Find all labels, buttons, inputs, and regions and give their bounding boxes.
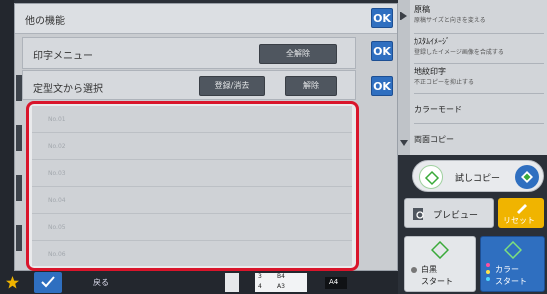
right-item-title: 両面コピー [414,135,454,144]
reset-label: リセット [503,216,535,225]
tray-size: B4 [277,273,285,280]
paper-tray-indicator: 3 4 B4 A3 [255,273,307,292]
right-item-original[interactable]: 原稿 原稿サイズと向きを変える [414,4,544,34]
chevron-right-icon [400,12,407,20]
check-icon [41,276,55,288]
proof-color-icon [515,165,539,189]
print-menu-panel: 印字メニュー 全解除 [22,37,356,69]
color-start-button[interactable]: カラー スタート [480,236,545,292]
template-list: No.01 No.02 No.03 No.04 No.05 No.06 [32,106,352,266]
dialog-ok-button[interactable]: OK [371,8,393,28]
dialog-title: 他の機能 [25,16,65,27]
print-menu-ok-button[interactable]: OK [371,41,393,61]
right-function-panel: 原稿 原稿サイズと向きを変える ｶｽﾀﾑｲﾒｰｼﾞ 登録したイメージ画像を合成す… [398,0,547,155]
back-label[interactable]: 戻る [93,277,109,288]
edge-tab [16,175,22,201]
proof-copy-label: 試しコピー [455,174,501,184]
right-item-color-mode[interactable]: カラーモード [414,96,544,124]
list-item[interactable]: No.01 [32,106,352,133]
mono-dot-icon [411,267,417,273]
start-diamond-icon [431,241,449,259]
reset-icon [517,204,527,214]
preview-button[interactable]: プレビュー [404,198,494,228]
output-size: A4 [329,278,339,286]
right-item-title: カラーモード [414,105,462,114]
mono-start-button[interactable]: 白黒 スタート [404,236,476,292]
proof-copy-button[interactable]: 試しコピー [412,160,544,192]
template-select-ok-button[interactable]: OK [371,76,393,96]
right-item-title: 原稿 [414,5,430,14]
check-button[interactable] [34,272,62,293]
left-strip [0,0,14,294]
edge-tab [16,225,22,251]
release-button[interactable]: 解除 [285,76,337,96]
mono-start-line2: スタート [421,277,453,286]
paper-icon [225,273,239,292]
right-item-custom-image[interactable]: ｶｽﾀﾑｲﾒｰｼﾞ 登録したイメージ画像を合成する [414,36,544,64]
color-start-line1: カラー [495,265,519,274]
star-icon[interactable] [6,276,19,289]
template-list-highlight: No.01 No.02 No.03 No.04 No.05 No.06 [26,101,359,271]
list-item[interactable]: No.02 [32,133,352,160]
print-menu-title: 印字メニュー [33,51,93,62]
list-item[interactable]: No.03 [32,160,352,187]
color-dot-icon [486,263,490,267]
output-size-indicator: A4 [325,277,347,289]
reset-button[interactable]: リセット [498,198,544,228]
chevron-down-icon [400,140,408,146]
template-select-title: 定型文から選択 [33,84,103,95]
right-item-title: ｶｽﾀﾑｲﾒｰｼﾞ [414,37,450,46]
right-item-title: 地紋印字 [414,67,446,76]
clear-all-button[interactable]: 全解除 [259,44,337,64]
right-panel-scroll[interactable] [398,0,410,155]
tray-num: 3 [258,273,262,280]
right-item-sub: 不正コピーを抑止する [414,79,475,86]
list-item[interactable]: No.04 [32,187,352,214]
start-diamond-icon [504,241,522,259]
color-dot-icon [486,277,490,281]
color-dot-icon [486,270,490,274]
template-select-panel: 定型文から選択 登録/消去 解除 [22,70,356,100]
edge-tab [16,125,22,151]
tray-num: 4 [258,283,262,290]
right-item-duplex-copy[interactable]: 両面コピー [414,126,544,154]
mono-start-line1: 白黒 [421,265,437,274]
right-item-pattern-print[interactable]: 地紋印字 不正コピーを抑止する [414,66,544,94]
proof-start-icon [419,165,443,189]
list-item[interactable]: No.06 [32,241,352,268]
preview-icon [413,208,424,220]
register-delete-button[interactable]: 登録/消去 [199,76,265,96]
bottom-bar: 戻る 3 4 B4 A3 A4 [0,271,398,294]
color-start-line2: スタート [495,277,527,286]
right-item-sub: 原稿サイズと向きを変える [414,17,486,24]
right-item-sub: 登録したイメージ画像を合成する [414,49,504,56]
tray-size: A3 [277,283,285,290]
dialog-title-bar: 他の機能 [15,4,397,34]
preview-label: プレビュー [433,211,479,221]
list-item[interactable]: No.05 [32,214,352,241]
